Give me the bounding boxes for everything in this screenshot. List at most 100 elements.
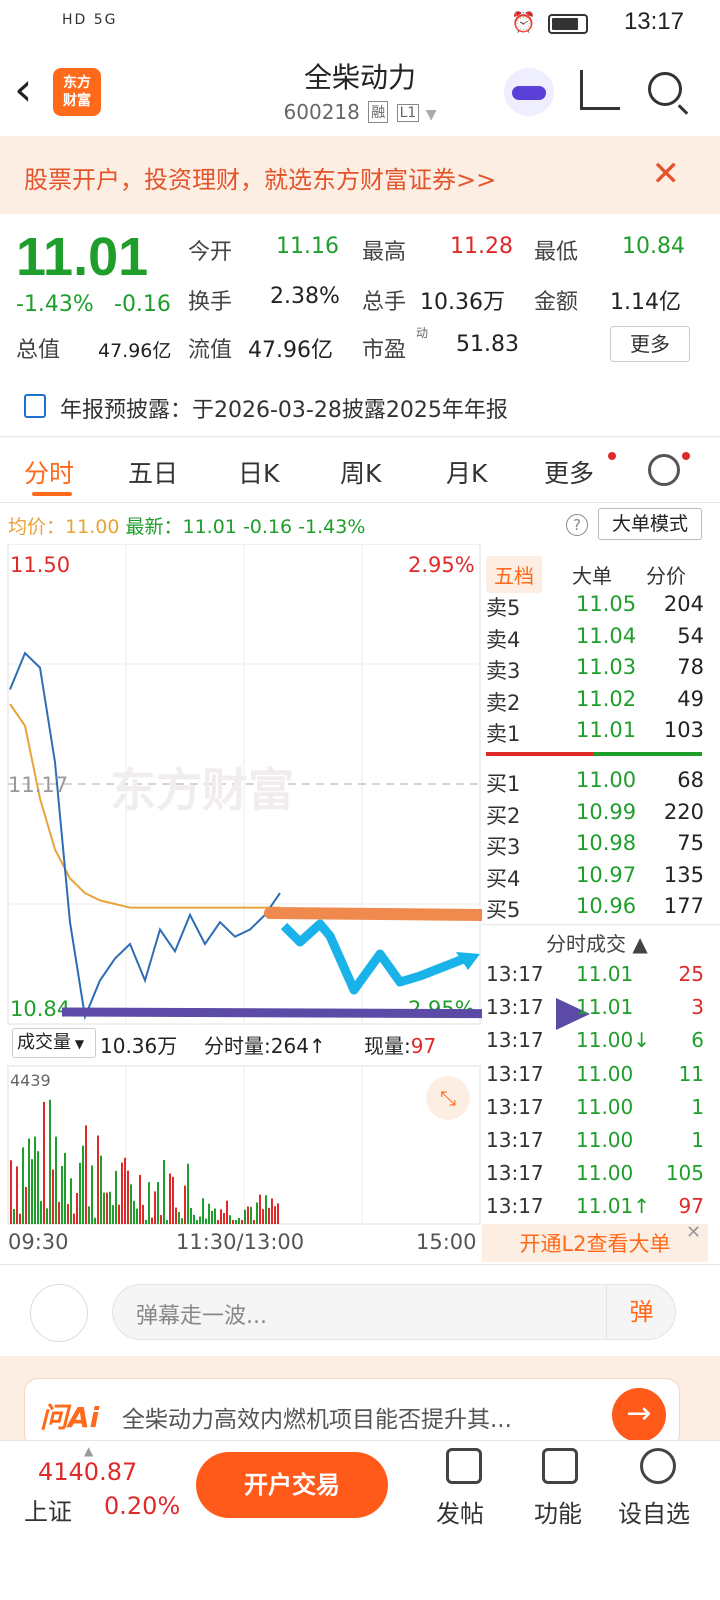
tab-price-dist[interactable]: 分价 — [646, 560, 686, 589]
pe-superscript: 动 — [416, 326, 429, 340]
volume-bar — [100, 1155, 102, 1224]
alarm-icon: ⏰ — [511, 10, 536, 34]
back-icon[interactable]: ‹ — [14, 66, 32, 112]
stock-code-row[interactable]: 600218 融 L1 ▼ — [200, 100, 520, 124]
l2-upsell-button[interactable]: 开通L2查看大单 — [482, 1224, 708, 1262]
latest-change: -0.16 — [242, 516, 293, 538]
trade-price: 11.00 — [576, 1128, 634, 1152]
more-dots-icon[interactable] — [640, 1448, 676, 1484]
volume-bar — [97, 1135, 99, 1224]
functions-icon[interactable] — [542, 1448, 578, 1484]
close-icon[interactable]: ✕ — [652, 154, 681, 194]
ai-logo: 问Ai — [40, 1401, 100, 1434]
tab-5day[interactable]: 五日 — [128, 454, 178, 490]
arrow-right-icon[interactable]: → — [612, 1388, 666, 1442]
volume-bar — [28, 1138, 30, 1224]
nav-post[interactable]: 发帖 — [436, 1494, 484, 1529]
trade-row: 13:17 11.00 1 — [486, 1128, 704, 1161]
trade-row: 13:17 11.01 3 — [486, 995, 704, 1028]
trade-volume: 25 — [678, 962, 704, 986]
trade-volume: 105 — [665, 1161, 704, 1186]
close-icon[interactable]: ✕ — [686, 1222, 701, 1243]
volume-bar — [13, 1208, 15, 1224]
expand-icon[interactable]: ⤡ — [426, 1076, 470, 1120]
assistant-robot-icon[interactable] — [504, 68, 554, 116]
volume-bar — [163, 1159, 165, 1224]
open-account-trade-button[interactable]: 开户交易 — [196, 1452, 388, 1518]
level-label: 买2 — [486, 803, 521, 828]
level-price: 11.03 — [576, 655, 637, 679]
index-name[interactable]: 上证 — [24, 1492, 72, 1527]
trades-title[interactable]: 分时成交 ▲ — [546, 928, 648, 957]
tab-indicator — [32, 492, 72, 496]
trade-volume: 3 — [691, 995, 704, 1020]
time-end: 15:00 — [416, 1230, 477, 1254]
amount-label: 金额 — [534, 290, 579, 315]
trade-volume: 1 — [691, 1094, 704, 1119]
volume-bar — [55, 1136, 57, 1224]
divider — [0, 502, 720, 503]
minute-volume: 分时量:264↑ — [204, 1030, 326, 1059]
danmaku-toggle-icon[interactable]: 弹 — [606, 1284, 676, 1340]
volume-bar — [151, 1217, 153, 1224]
volume-bar — [211, 1210, 213, 1224]
post-icon[interactable] — [446, 1448, 482, 1484]
change-pct: -1.43% — [16, 292, 94, 317]
trade-row: 13:17 11.00 105 — [486, 1161, 704, 1194]
blue-annotation-arrow — [280, 919, 468, 995]
index-value[interactable]: 4140.87 — [38, 1458, 137, 1486]
level-label: 买5 — [486, 898, 521, 922]
volume-bar — [124, 1157, 126, 1224]
level-price: 10.98 — [576, 831, 637, 855]
latest-pct: -1.43% — [298, 516, 366, 538]
volume-bar — [19, 1213, 21, 1224]
promo-banner[interactable]: 股票开户，投资理财，就选东方财富证券>> ✕ — [0, 136, 720, 214]
search-icon[interactable] — [648, 72, 682, 106]
gear-icon[interactable] — [648, 454, 680, 486]
intraday-chart[interactable]: 东方财富 11.50 2.95% 11.17 10.84 2.95% 4439 — [0, 544, 482, 1234]
level-volume: 54 — [677, 623, 704, 648]
volume-bar — [91, 1165, 93, 1224]
top-pct-label: 2.95% — [408, 553, 475, 577]
level-volume: 135 — [663, 862, 704, 887]
volume-bar — [25, 1187, 27, 1224]
volume-bar — [256, 1202, 258, 1224]
divider — [482, 924, 720, 925]
level-volume: 204 — [663, 592, 704, 616]
tab-daily-k[interactable]: 日K — [238, 454, 279, 490]
level-label: 卖4 — [486, 627, 521, 652]
volume-bar — [70, 1178, 72, 1224]
tab-level5[interactable]: 五档 — [486, 556, 542, 593]
volume-bar — [148, 1182, 150, 1224]
tab-intraday[interactable]: 分时 — [24, 454, 74, 490]
volume-bar — [229, 1215, 231, 1224]
tab-monthly-k[interactable]: 月K — [446, 454, 487, 490]
help-icon[interactable]: ? — [566, 514, 588, 536]
trade-price: 11.01↑ — [576, 1194, 651, 1219]
caret-up-icon: ▲ — [84, 1444, 94, 1458]
orderbook-row: 卖2 11.02 49 — [486, 687, 704, 719]
volume-bar — [208, 1203, 210, 1224]
nav-add-watchlist[interactable]: 设自选 — [618, 1494, 690, 1529]
indicator-dropdown[interactable]: 成交量 ▼ — [12, 1028, 96, 1058]
avg-label: 均价： — [8, 516, 66, 538]
report-notice[interactable]: 年报预披露：于2026-03-28披露2025年年报 — [60, 392, 508, 424]
tab-more[interactable]: 更多 — [544, 454, 594, 490]
orderbook-row: 买3 10.98 75 — [486, 831, 704, 863]
watermark: 东方财富 — [110, 763, 294, 817]
comment-settings-icon[interactable] — [30, 1284, 88, 1342]
trade-time: 13:17 — [486, 1028, 544, 1053]
volume-bar — [109, 1191, 111, 1224]
stock-title: 全柴动力 — [303, 61, 416, 94]
tab-big-order[interactable]: 大单 — [572, 560, 612, 589]
more-button[interactable]: 更多 — [610, 326, 690, 362]
eastmoney-logo[interactable]: 东方 财富 — [53, 68, 101, 116]
big-order-mode-button[interactable]: 大单模式 — [598, 508, 702, 540]
volume-bar — [223, 1213, 225, 1224]
nav-functions[interactable]: 功能 — [534, 1494, 582, 1529]
trade-price: 11.01 — [576, 962, 634, 986]
tab-weekly-k[interactable]: 周K — [340, 454, 381, 490]
volume-bar — [244, 1209, 246, 1224]
share-icon[interactable] — [580, 70, 620, 110]
open-value: 11.16 — [276, 234, 339, 259]
